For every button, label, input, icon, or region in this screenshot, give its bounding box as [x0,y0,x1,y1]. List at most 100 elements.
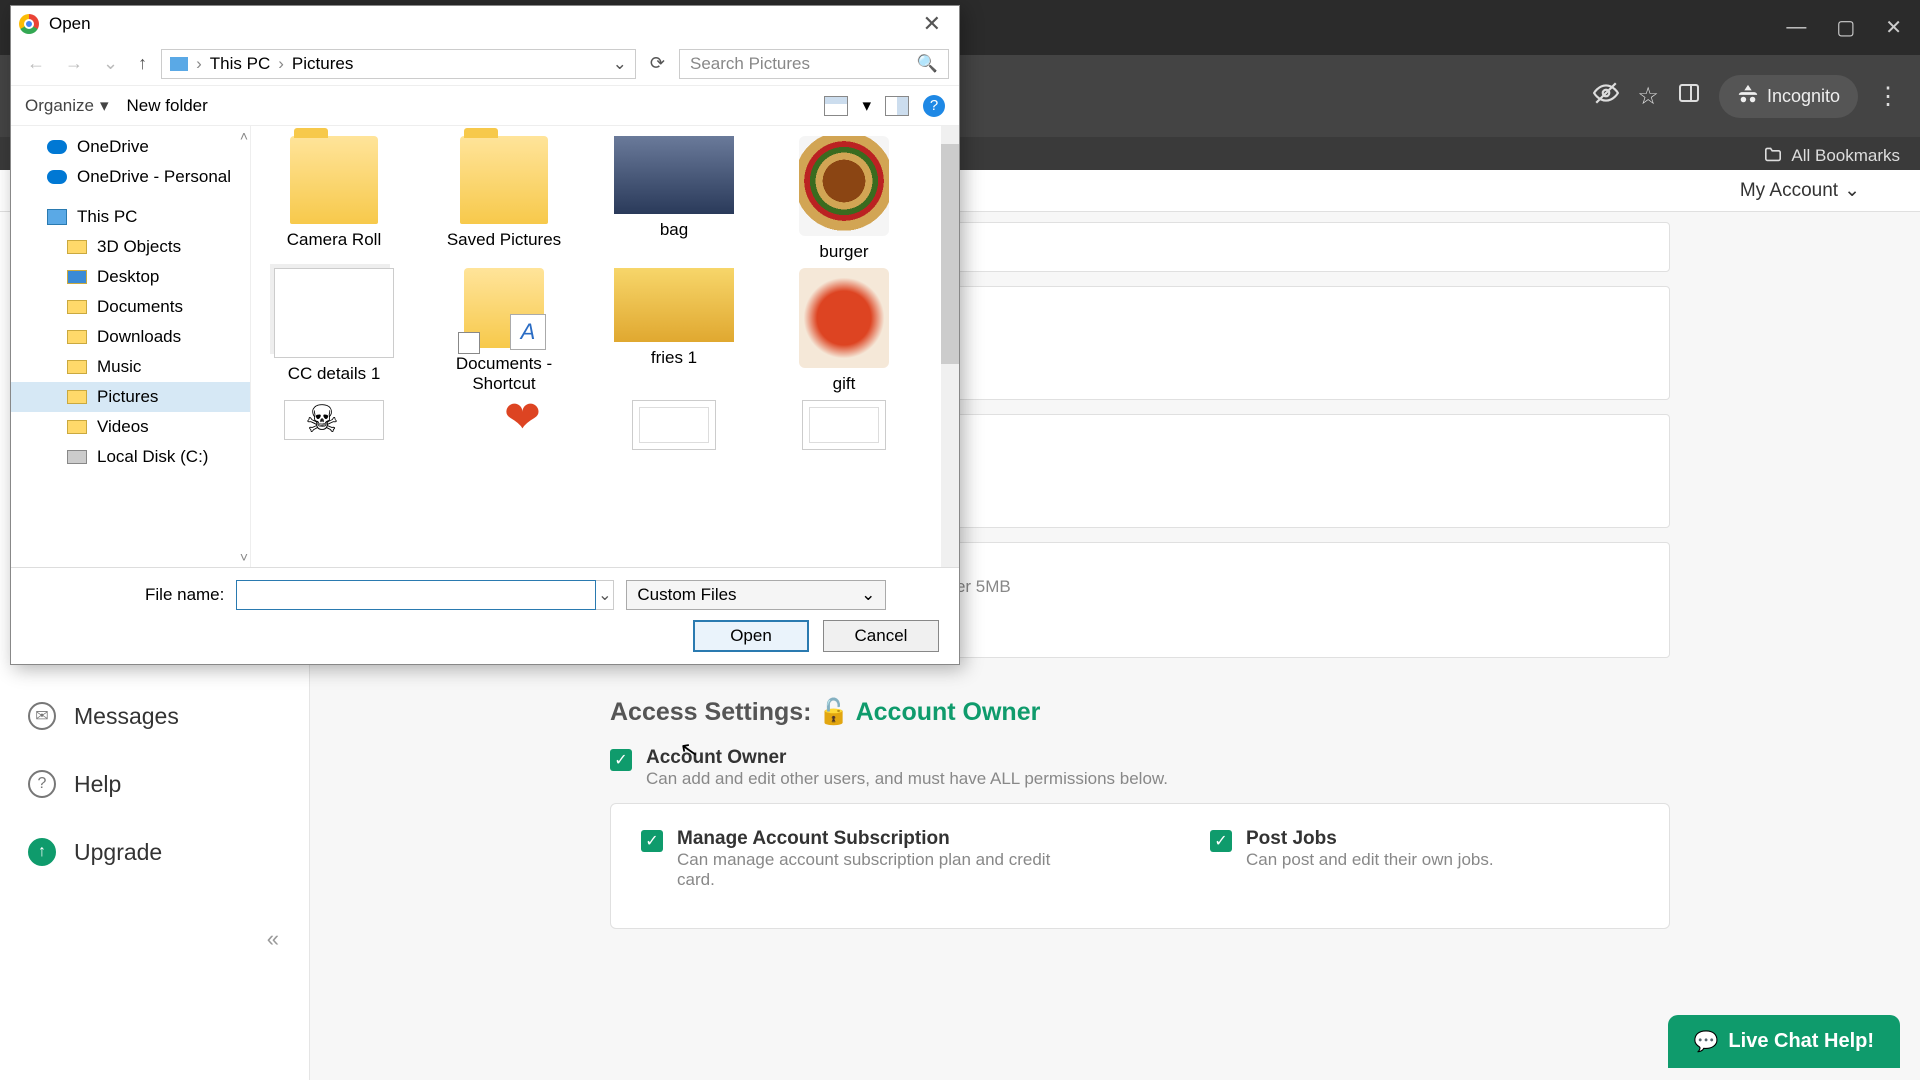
image-thumbnail [799,136,889,236]
breadcrumb-dropdown-icon[interactable]: ⌄ [613,54,627,74]
dialog-toolbar: Organize ▾ New folder ▾ ? [11,86,959,126]
scroll-up-icon[interactable]: ˄ [240,128,248,144]
chevron-down-icon: ▾ [100,96,109,116]
chevron-right-icon: › [278,54,284,74]
file-item-partial[interactable] [599,400,749,456]
tree-item-onedrive[interactable]: OneDrive [11,132,250,162]
tree-item-videos[interactable]: Videos [11,412,250,442]
sidebar-item-help[interactable]: ? Help [0,750,309,818]
dialog-title: Open [49,14,91,34]
chevron-down-icon: ⌄ [1844,179,1860,202]
chevron-down-icon: ⌄ [861,585,875,605]
incognito-indicator[interactable]: Incognito [1719,75,1858,118]
menu-icon[interactable]: ⋮ [1876,82,1900,111]
image-thumbnail [284,400,384,440]
breadcrumb-segment[interactable]: This PC [210,54,270,74]
maximize-icon[interactable]: ▢ [1836,15,1855,40]
checkbox-manage-subscription[interactable]: ✓ [641,830,663,852]
file-item-documents-shortcut[interactable]: Documents - Shortcut [429,268,579,394]
perm-title: Account Owner [646,747,1168,769]
folder-icon [67,420,87,434]
nav-up-icon[interactable]: ↑ [132,53,153,74]
file-item-partial[interactable] [259,400,409,456]
folder-icon [67,240,87,254]
refresh-icon[interactable]: ⟳ [644,53,671,74]
file-item-gift[interactable]: gift [769,268,919,394]
messages-icon: ✉ [28,702,56,730]
open-button[interactable]: Open [693,620,809,652]
tree-item-music[interactable]: Music [11,352,250,382]
view-mode-button[interactable] [824,96,848,116]
file-item-fries[interactable]: fries 1 [599,268,749,394]
tree-item-3d-objects[interactable]: 3D Objects [11,232,250,262]
tree-item-downloads[interactable]: Downloads [11,322,250,352]
scrollbar[interactable] [941,126,959,567]
file-item-partial[interactable] [429,400,579,456]
perm-desc: Can add and edit other users, and must h… [646,769,1168,789]
image-thumbnail [614,136,734,214]
perm-title: Post Jobs [1246,828,1494,850]
scroll-down-icon[interactable]: ˅ [240,549,248,565]
file-type-filter[interactable]: Custom Files ⌄ [626,580,886,610]
dialog-footer: File name: ⌄ Custom Files ⌄ Open Cancel [11,567,959,664]
close-window-icon[interactable]: ✕ [1885,15,1902,40]
folder-icon [67,360,87,374]
breadcrumb[interactable]: › This PC › Pictures ⌄ [161,49,636,79]
file-item-cc-details[interactable]: CC details 1 [259,268,409,394]
search-icon: 🔍 [917,54,938,74]
unlock-icon: 🔓 [818,698,849,726]
folder-icon [67,390,87,404]
tree-item-this-pc[interactable]: This PC [11,202,250,232]
eye-off-icon[interactable] [1593,80,1619,113]
file-item-camera-roll[interactable]: Camera Roll [259,136,409,262]
tree-item-desktop[interactable]: Desktop [11,262,250,292]
collapse-sidebar-icon[interactable]: « [0,886,309,952]
search-input[interactable]: Search Pictures 🔍 [679,49,949,79]
pc-icon [170,57,188,71]
cloud-icon [47,170,67,184]
sidebar-item-messages[interactable]: ✉ Messages [0,682,309,750]
sidebar-label: Messages [74,703,179,730]
file-item-saved-pictures[interactable]: Saved Pictures [429,136,579,262]
preview-pane-button[interactable] [885,96,909,116]
tree-item-onedrive-personal[interactable]: OneDrive - Personal [11,162,250,192]
file-item-partial[interactable] [769,400,919,456]
search-placeholder: Search Pictures [690,54,810,74]
nav-back-icon[interactable]: ← [21,53,51,74]
checkbox-account-owner[interactable]: ✓ [610,749,632,771]
sidebar-item-upgrade[interactable]: ↑ Upgrade [0,818,309,886]
all-bookmarks-link[interactable]: All Bookmarks [1791,146,1900,166]
file-item-bag[interactable]: bag [599,136,749,262]
image-thumbnail [632,400,716,450]
my-account-link[interactable]: My Account [1740,180,1838,202]
file-name-dropdown-icon[interactable]: ⌄ [596,580,614,610]
file-item-burger[interactable]: burger [769,136,919,262]
image-thumbnail [474,400,534,440]
nav-forward-icon[interactable]: → [59,53,89,74]
help-icon: ? [28,770,56,798]
minimize-icon[interactable]: — [1786,16,1806,39]
file-name-input[interactable] [236,580,596,610]
cancel-button[interactable]: Cancel [823,620,939,652]
shortcut-icon [464,268,544,348]
breadcrumb-segment[interactable]: Pictures [292,54,353,74]
scrollbar-thumb[interactable] [941,144,959,364]
nav-recent-icon[interactable]: ⌄ [97,53,124,74]
tree-item-local-disk[interactable]: Local Disk (C:) [11,442,250,472]
sidepanel-icon[interactable] [1677,81,1701,112]
tree-item-pictures[interactable]: Pictures [11,382,250,412]
organize-menu[interactable]: Organize ▾ [25,96,109,116]
perm-desc: Can post and edit their own jobs. [1246,850,1494,870]
access-settings-heading: Access Settings: 🔓 Account Owner [610,698,1670,727]
checkbox-post-jobs[interactable]: ✓ [1210,830,1232,852]
dialog-close-button[interactable]: ✕ [913,11,951,37]
view-dropdown-icon[interactable]: ▾ [862,96,871,116]
new-folder-button[interactable]: New folder [127,96,208,116]
live-chat-button[interactable]: 💬 Live Chat Help! [1668,1015,1900,1068]
help-button[interactable]: ? [923,95,945,117]
pc-icon [47,209,67,225]
incognito-icon [1737,83,1759,110]
star-icon[interactable]: ☆ [1637,82,1659,111]
chevron-right-icon: › [196,54,202,74]
tree-item-documents[interactable]: Documents [11,292,250,322]
